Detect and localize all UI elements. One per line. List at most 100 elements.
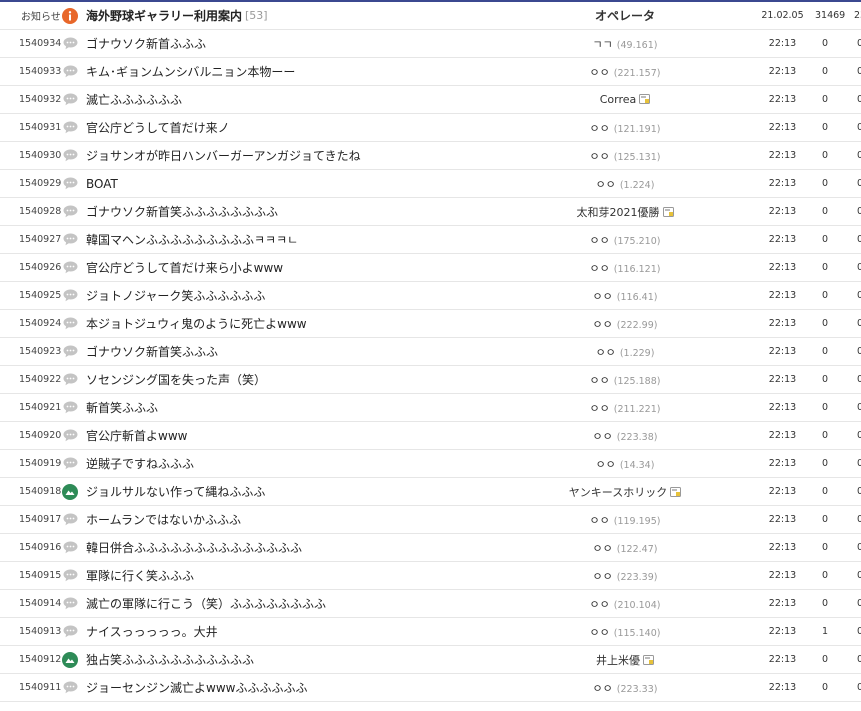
notice-writer[interactable]: オペレータ xyxy=(500,7,750,24)
post-writer[interactable]: ㅇㅇ (210.104) xyxy=(500,596,750,612)
writer-nickname[interactable]: ㅇㅇ xyxy=(593,542,613,555)
post-row[interactable]: 1540929 BOAT ㅇㅇ (1.224) 22:13 0 0 xyxy=(0,170,861,198)
post-title-cell[interactable]: キム･ギョンムンシバルニョン本物ーー xyxy=(62,63,500,80)
notice-title-cell[interactable]: 海外野球ギャラリー利用案内 [53] xyxy=(62,7,500,24)
post-row[interactable]: 1540934 ゴナウソク新首ふふふ ㄱㄱ (49.161) 22:13 0 0 xyxy=(0,30,861,58)
post-row[interactable]: 1540924 本ジョトジュウィ鬼のように死亡よwww ㅇㅇ (222.99) 22:1… xyxy=(0,310,861,338)
post-row[interactable]: 1540927 韓国マヘンふふふふふふふふふㅋㅋㅋㄴ ㅇㅇ (175.210) 22:1… xyxy=(0,226,861,254)
notice-comment-count[interactable]: [53] xyxy=(245,9,268,22)
post-row[interactable]: 1540926 官公庁どうして首だけ来ら小よwww ㅇㅇ (116.121) 22:13… xyxy=(0,254,861,282)
writer-nickname[interactable]: ㅇㅇ xyxy=(590,402,610,415)
post-title-cell[interactable]: ジョーセンジン滅亡よwwwふふふふふふ xyxy=(62,679,500,696)
post-writer[interactable]: ㅇㅇ (175.210) xyxy=(500,232,750,248)
writer-nickname[interactable]: ㅇㅇ xyxy=(590,234,610,247)
writer-nickname[interactable]: ㅇㅇ xyxy=(590,66,610,79)
post-row[interactable]: 1540922 ソセンジング国を失った声（笑） ㅇㅇ (125.188) 22:13 0 0 xyxy=(0,366,861,394)
post-title-link[interactable]: 滅亡の軍隊に行こう（笑）ふふふふふふふふ xyxy=(86,595,326,612)
post-title-link[interactable]: 韓日併合ふふふふふふふふふふふふふふ xyxy=(86,539,302,556)
post-title-link[interactable]: ジョサンオが昨日ハンバーガーアンガジョてきたね xyxy=(86,147,361,164)
post-writer[interactable]: ㅇㅇ (121.191) xyxy=(500,120,750,136)
writer-nickname[interactable]: 井上米優 xyxy=(596,654,640,667)
post-title-cell[interactable]: 官公庁斬首よwww xyxy=(62,427,500,444)
post-title-cell[interactable]: 韓国マヘンふふふふふふふふふㅋㅋㅋㄴ xyxy=(62,231,500,248)
post-row[interactable]: 1540911 ジョーセンジン滅亡よwwwふふふふふふ ㅇㅇ (223.33) 22:1… xyxy=(0,674,861,702)
post-writer[interactable]: ㅇㅇ (211.221) xyxy=(500,400,750,416)
post-title-cell[interactable]: 官公庁どうして首だけ来ら小よwww xyxy=(62,259,500,276)
post-row[interactable]: 1540912 独占笑ふふふふふふふふふふふ 井上米優 22:13 0 0 xyxy=(0,646,861,674)
writer-nickname[interactable]: ㅇㅇ xyxy=(590,262,610,275)
post-row[interactable]: 1540914 滅亡の軍隊に行こう（笑）ふふふふふふふふ ㅇㅇ (210.104) 22… xyxy=(0,590,861,618)
post-row[interactable]: 1540917 ホームランではないかふふふ ㅇㅇ (119.195) 22:13 0 0 xyxy=(0,506,861,534)
post-writer[interactable]: ㅇㅇ (116.121) xyxy=(500,260,750,276)
post-title-link[interactable]: 独占笑ふふふふふふふふふふふ xyxy=(86,651,254,668)
post-writer[interactable]: ㅇㅇ (116.41) xyxy=(500,288,750,304)
writer-nickname[interactable]: ㅇㅇ xyxy=(590,150,610,163)
post-title-link[interactable]: ゴナウソク新首笑ふふふ xyxy=(86,343,218,360)
post-title-cell[interactable]: ゴナウソク新首ふふふ xyxy=(62,35,500,52)
writer-nickname[interactable]: ㄱㄱ xyxy=(593,38,613,51)
post-writer[interactable]: 太和芽2021優勝 xyxy=(500,204,750,220)
gallog-icon[interactable] xyxy=(636,93,651,106)
post-row[interactable]: 1540913 ナイスっっっっっ。大井 ㅇㅇ (115.140) 22:13 1 0 xyxy=(0,618,861,646)
post-writer[interactable]: 井上米優 xyxy=(500,652,750,668)
post-title-link[interactable]: ホームランではないかふふふ xyxy=(86,511,241,528)
post-writer[interactable]: ㅇㅇ (115.140) xyxy=(500,624,750,640)
post-title-cell[interactable]: 独占笑ふふふふふふふふふふふ xyxy=(62,651,500,668)
post-title-cell[interactable]: 滅亡の軍隊に行こう（笑）ふふふふふふふふ xyxy=(62,595,500,612)
post-row[interactable]: 1540928 ゴナウソク新首笑ふふふふふふふふ 太和芽2021優勝 22:13 0 0 xyxy=(0,198,861,226)
post-writer[interactable]: ㄱㄱ (49.161) xyxy=(500,36,750,52)
post-row[interactable]: 1540919 逆賊子ですねふふふ ㅇㅇ (14.34) 22:13 0 0 xyxy=(0,450,861,478)
post-title-cell[interactable]: ジョサンオが昨日ハンバーガーアンガジョてきたね xyxy=(62,147,500,164)
post-writer[interactable]: ㅇㅇ (14.34) xyxy=(500,456,750,472)
post-writer[interactable]: ㅇㅇ (1.229) xyxy=(500,344,750,360)
post-title-cell[interactable]: 官公庁どうして首だけ来ノ xyxy=(62,119,500,136)
post-writer[interactable]: ㅇㅇ (125.188) xyxy=(500,372,750,388)
post-title-cell[interactable]: ホームランではないかふふふ xyxy=(62,511,500,528)
post-title-link[interactable]: 官公庁どうして首だけ来ら小よwww xyxy=(86,259,283,276)
notice-title-link[interactable]: 海外野球ギャラリー利用案内 xyxy=(86,7,242,24)
post-writer[interactable]: ヤンキースホリック xyxy=(500,484,750,500)
writer-nickname[interactable]: ㅇㅇ xyxy=(590,514,610,527)
post-row[interactable]: 1540930 ジョサンオが昨日ハンバーガーアンガジョてきたね ㅇㅇ (125.131… xyxy=(0,142,861,170)
post-title-link[interactable]: ジョルサルない作って縄ねふふふ xyxy=(86,483,265,500)
writer-nickname[interactable]: ㅇㅇ xyxy=(593,430,613,443)
gallog-icon[interactable] xyxy=(660,206,674,219)
post-title-cell[interactable]: ジョルサルない作って縄ねふふふ xyxy=(62,483,500,500)
post-row[interactable]: 1540915 軍隊に行く笑ふふふ ㅇㅇ (223.39) 22:13 0 0 xyxy=(0,562,861,590)
post-writer[interactable]: ㅇㅇ (222.99) xyxy=(500,316,750,332)
post-title-cell[interactable]: ゴナウソク新首笑ふふふふふふふふ xyxy=(62,203,500,220)
post-title-link[interactable]: 韓国マヘンふふふふふふふふふㅋㅋㅋㄴ xyxy=(86,231,298,248)
post-title-link[interactable]: ゴナウソク新首笑ふふふふふふふふ xyxy=(86,203,278,220)
writer-nickname[interactable]: ㅇㅇ xyxy=(590,598,610,611)
post-title-link[interactable]: ゴナウソク新首ふふふ xyxy=(86,35,206,52)
post-row[interactable]: 1540921 斬首笑ふふふ ㅇㅇ (211.221) 22:13 0 0 xyxy=(0,394,861,422)
post-title-link[interactable]: 本ジョトジュウィ鬼のように死亡よwww xyxy=(86,315,307,332)
gallog-icon[interactable] xyxy=(667,486,682,499)
writer-nickname[interactable]: ㅇㅇ xyxy=(593,290,613,303)
post-title-cell[interactable]: 逆賊子ですねふふふ xyxy=(62,455,500,472)
writer-nickname[interactable]: ㅇㅇ xyxy=(596,346,616,359)
post-row[interactable]: 1540925 ジョトノジャーク笑ふふふふふふ ㅇㅇ (116.41) 22:13 0 0 xyxy=(0,282,861,310)
writer-nickname[interactable]: ㅇㅇ xyxy=(596,178,616,191)
post-row[interactable]: 1540916 韓日併合ふふふふふふふふふふふふふふ ㅇㅇ (122.47) 22:13… xyxy=(0,534,861,562)
post-title-link[interactable]: ジョーセンジン滅亡よwwwふふふふふふ xyxy=(86,679,307,696)
post-writer[interactable]: ㅇㅇ (119.195) xyxy=(500,512,750,528)
post-title-link[interactable]: ナイスっっっっっ。大井 xyxy=(86,623,218,640)
post-title-link[interactable]: 官公庁どうして首だけ来ノ xyxy=(86,119,230,136)
writer-nickname[interactable]: ㅇㅇ xyxy=(590,122,610,135)
writer-nickname[interactable]: ㅇㅇ xyxy=(590,626,610,639)
post-title-link[interactable]: キム･ギョンムンシバルニョン本物ーー xyxy=(86,63,295,80)
post-writer[interactable]: ㅇㅇ (1.224) xyxy=(500,176,750,192)
post-writer[interactable]: ㅇㅇ (223.33) xyxy=(500,680,750,696)
post-row[interactable]: 1540932 滅亡ふふふふふふ Correa 22:13 0 0 xyxy=(0,86,861,114)
post-title-cell[interactable]: 斬首笑ふふふ xyxy=(62,399,500,416)
post-title-link[interactable]: 逆賊子ですねふふふ xyxy=(86,455,194,472)
post-writer[interactable]: ㅇㅇ (221.157) xyxy=(500,64,750,80)
post-title-link[interactable]: BOAT xyxy=(86,177,118,191)
post-writer[interactable]: Correa xyxy=(500,93,750,106)
post-row[interactable]: 1540923 ゴナウソク新首笑ふふふ ㅇㅇ (1.229) 22:13 0 0 xyxy=(0,338,861,366)
post-title-cell[interactable]: ゴナウソク新首笑ふふふ xyxy=(62,343,500,360)
post-writer[interactable]: ㅇㅇ (223.39) xyxy=(500,568,750,584)
post-row[interactable]: 1540931 官公庁どうして首だけ来ノ ㅇㅇ (121.191) 22:13 0 0 xyxy=(0,114,861,142)
post-title-cell[interactable]: ナイスっっっっっ。大井 xyxy=(62,623,500,640)
